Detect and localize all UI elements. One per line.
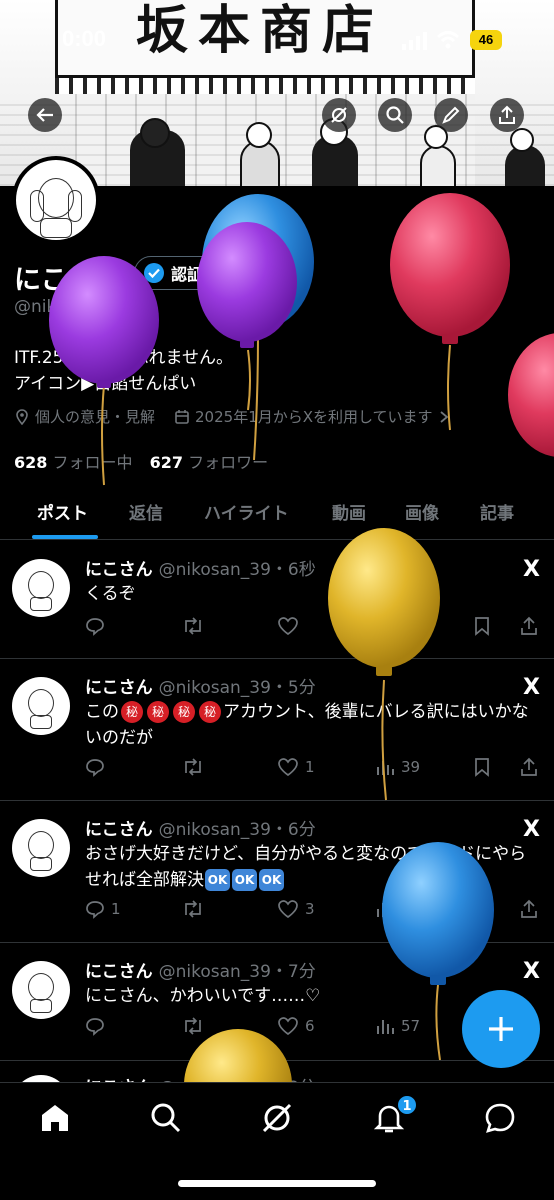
balloon-purple-1 (197, 222, 297, 411)
balloon-purple-2 (49, 256, 159, 486)
explore-search-icon[interactable] (149, 1101, 183, 1135)
compose-button[interactable] (462, 990, 540, 1068)
home-icon[interactable] (38, 1101, 72, 1135)
balloon-red-edge (508, 333, 554, 457)
compose-icon (489, 1017, 513, 1041)
balloon-animation (49, 193, 554, 1082)
notifications-badge: 1 (396, 1094, 418, 1116)
balloon-yellow-2 (184, 1029, 292, 1082)
balloon-yellow (328, 528, 440, 801)
messages-icon[interactable] (483, 1101, 517, 1135)
balloon-red (390, 193, 510, 431)
home-indicator (178, 1180, 376, 1187)
grok-icon[interactable] (260, 1101, 294, 1135)
